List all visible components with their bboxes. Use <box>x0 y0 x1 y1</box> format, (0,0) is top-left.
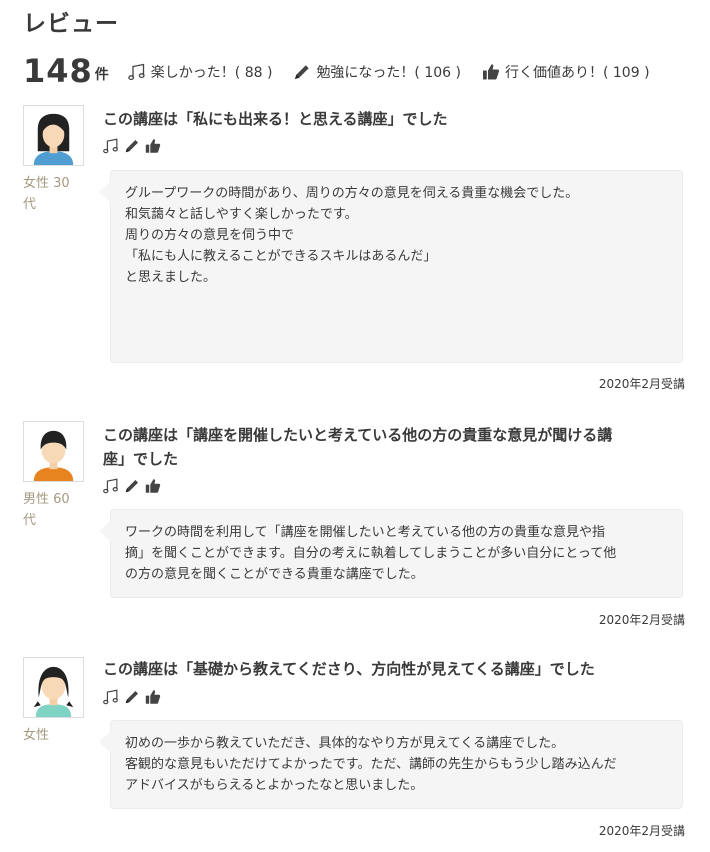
review-date: 2020年2月受講 <box>598 824 685 838</box>
review-body-line: ワークの時間を利用して「講座を開催したいと考えている他の方の貴重な意見や指 <box>125 525 605 540</box>
review-body-line: 和気藹々と話しやすく楽しかったです。 <box>125 207 358 222</box>
review-body: グループワークの時間があり、周りの方々の意見を伺える貴重な機会でした。 和気藹々… <box>99 170 683 363</box>
review-body: 初めの一歩から教えていただき、具体的なやり方が見えてくる講座でした。 客観的な意… <box>99 720 683 809</box>
thumbs-up-icon <box>144 477 162 495</box>
reviewer-gender: 女性 <box>23 176 50 191</box>
review-body-line: グループワークの時間があり、周りの方々の意見を伺える貴重な機会でした。 <box>125 186 579 201</box>
review-body-line: 周りの方々の意見を伺う中で <box>125 228 295 243</box>
page-title: レビュー <box>23 11 119 37</box>
review-title-line: 座」でした <box>103 450 179 468</box>
reviewer-gender: 女性 <box>23 728 50 743</box>
thumbs-up-icon <box>144 688 162 706</box>
female-avatar-icon <box>33 113 74 165</box>
review-body-line: の方の意見を聞くことができる貴重な講座でした。 <box>125 567 424 582</box>
fun-stat: 楽しかった！( 88 ) <box>127 62 273 82</box>
pencil-icon <box>123 137 141 155</box>
review-count: 148 <box>23 52 93 90</box>
review-summary: 148 件 楽しかった！( 88 ) 勉強になった！( 106 ) 行く価値あり… <box>23 54 650 88</box>
reviewer-info: 男性 60代 <box>23 489 79 531</box>
review-body: ワークの時間を利用して「講座を開催したいと考えている他の方の貴重な意見や指 摘」… <box>99 509 683 598</box>
review-icons <box>102 477 165 495</box>
pencil-icon <box>292 62 312 82</box>
study-stat: 勉強になった！( 106 ) <box>292 62 461 82</box>
reviewer-info: 女性 30代 <box>23 173 79 215</box>
music-note-icon <box>102 688 120 706</box>
avatar <box>23 421 84 482</box>
review-title: この講座は「私にも出来る！と思える講座」でした <box>103 110 448 128</box>
review-icons <box>102 688 165 706</box>
pencil-icon <box>123 688 141 706</box>
reviewer-info: 女性 <box>23 725 79 746</box>
review-body-line: 客観的な意見もいただけてよかったです。ただ、講師の先生からもう少し踏み込んだ <box>125 757 617 772</box>
music-note-icon <box>127 62 147 82</box>
avatar <box>23 105 84 166</box>
review-title-line: この講座は「講座を開催したいと考えている他の方の貴重な意見が聞ける講 <box>103 426 613 444</box>
female-avatar-icon <box>33 666 74 717</box>
review-body-line: アドバイスがもらえるとよかったなと思いました。 <box>125 778 424 793</box>
avatar <box>23 657 84 718</box>
review-title: この講座は「講座を開催したいと考えている他の方の貴重な意見が聞ける講 座」でした <box>103 423 681 471</box>
worth-stat: 行く価値あり！( 109 ) <box>481 62 650 82</box>
music-note-icon <box>102 137 120 155</box>
thumbs-up-icon <box>481 62 501 82</box>
review-date: 2020年2月受講 <box>598 377 685 391</box>
thumbs-up-icon <box>144 137 162 155</box>
pencil-icon <box>123 477 141 495</box>
study-stat-label: 勉強になった！( 106 ) <box>316 65 461 81</box>
review-body-line: 摘」を聞くことができます。自分の考えに執着してしまうことが多い自分にとって他 <box>125 546 617 561</box>
music-note-icon <box>102 477 120 495</box>
worth-stat-label: 行く価値あり！( 109 ) <box>504 65 650 81</box>
review-body-line: 「私にも人に教えることができるスキルはあるんだ」 <box>125 249 437 264</box>
review-count-unit: 件 <box>94 67 109 83</box>
review-date: 2020年2月受講 <box>598 613 685 627</box>
fun-stat-label: 楽しかった！( 88 ) <box>150 65 273 81</box>
review-body-line: と思えました。 <box>125 270 217 285</box>
review-icons <box>102 137 165 155</box>
reviewer-gender: 男性 <box>23 492 50 507</box>
review-body-line: 初めの一歩から教えていただき、具体的なやり方が見えてくる講座でした。 <box>125 736 565 751</box>
male-avatar-icon <box>33 430 74 481</box>
review-title: この講座は「基礎から教えてくださり、方向性が見えてくる講座」でした <box>103 660 595 678</box>
